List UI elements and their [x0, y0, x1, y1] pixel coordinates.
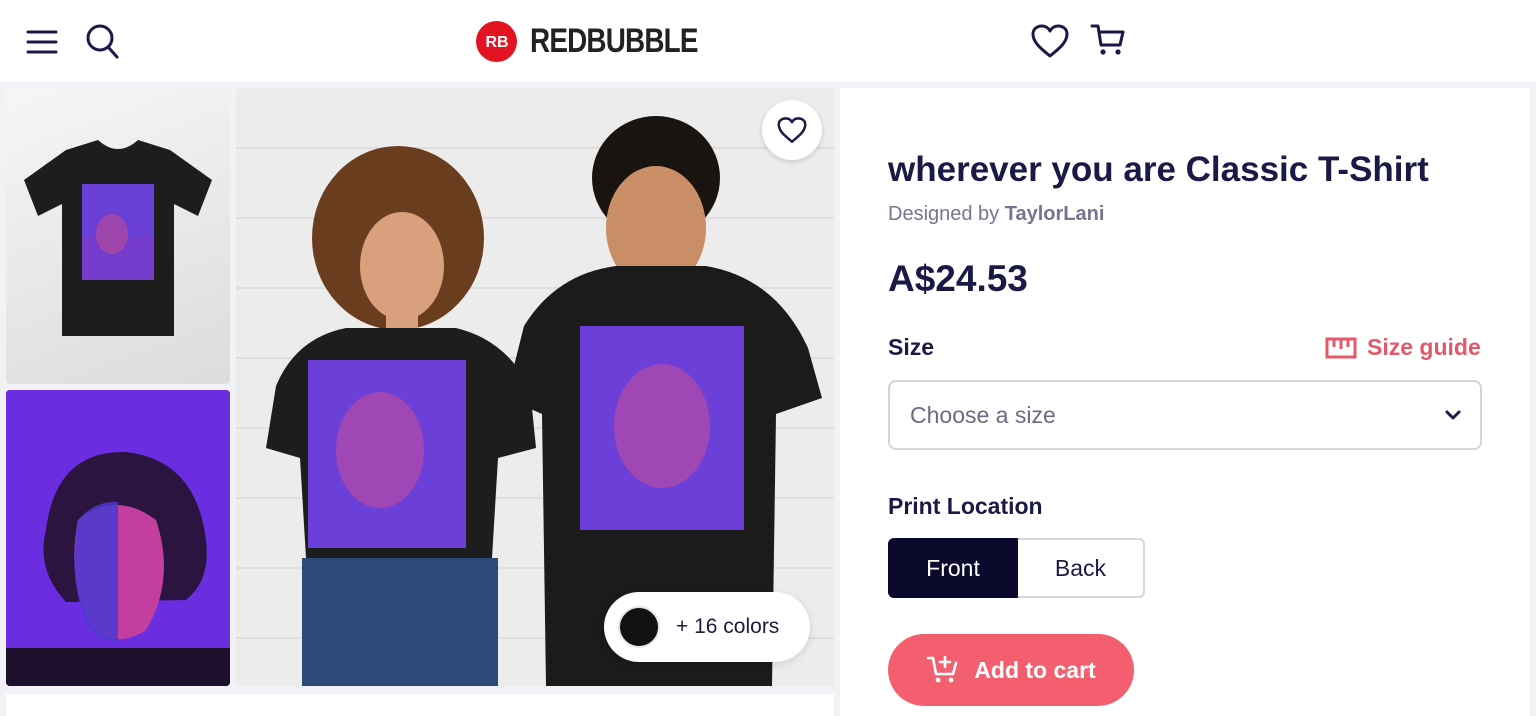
heart-outline-icon: [777, 117, 807, 143]
chevron-down-icon: [1445, 410, 1461, 420]
menu-icon[interactable]: [22, 22, 62, 62]
size-guide-link[interactable]: Size guide: [1325, 334, 1481, 361]
redbubble-logo[interactable]: RB REDBUBBLE: [476, 20, 734, 62]
product-price: A$24.53: [888, 258, 1028, 299]
size-select-placeholder: Choose a size: [910, 401, 1056, 428]
brand-name: REDBUBBLE: [530, 21, 698, 60]
thumbnail-tshirt-flat[interactable]: [6, 88, 230, 384]
print-location-label: Print Location: [888, 493, 1043, 519]
cart-icon[interactable]: [1088, 20, 1128, 60]
heart-icon[interactable]: [1028, 20, 1072, 62]
designed-by-prefix: Designed by: [888, 203, 1000, 225]
product-title: wherever you are Classic T-Shirt: [888, 150, 1429, 189]
designer-link[interactable]: TaylorLani: [1005, 203, 1105, 225]
search-icon[interactable]: [82, 20, 122, 62]
selected-color-swatch[interactable]: [618, 606, 660, 648]
designer-line: Designed by TaylorLani: [888, 203, 1104, 226]
size-guide-label: Size guide: [1367, 334, 1481, 360]
thumbnail-artwork[interactable]: [6, 390, 230, 686]
color-picker-pill[interactable]: + 16 colors: [604, 592, 810, 662]
logo-badge-text: RB: [485, 34, 508, 51]
add-to-cart-button[interactable]: Add to cart: [888, 634, 1134, 706]
print-option-front[interactable]: Front: [888, 538, 1018, 598]
more-colors-label: + 16 colors: [676, 615, 780, 638]
print-option-back[interactable]: Back: [1018, 538, 1145, 598]
size-label: Size: [888, 334, 935, 360]
top-header: RB REDBUBBLE: [0, 0, 1536, 82]
gallery-footer-strip: [6, 694, 834, 716]
add-cart-icon: [926, 655, 958, 683]
favorite-button[interactable]: [762, 100, 822, 160]
size-select[interactable]: Choose a size: [888, 380, 1482, 450]
add-to-cart-label: Add to cart: [974, 656, 1096, 683]
logo-badge: RB: [476, 20, 517, 62]
ruler-icon: [1325, 337, 1357, 358]
